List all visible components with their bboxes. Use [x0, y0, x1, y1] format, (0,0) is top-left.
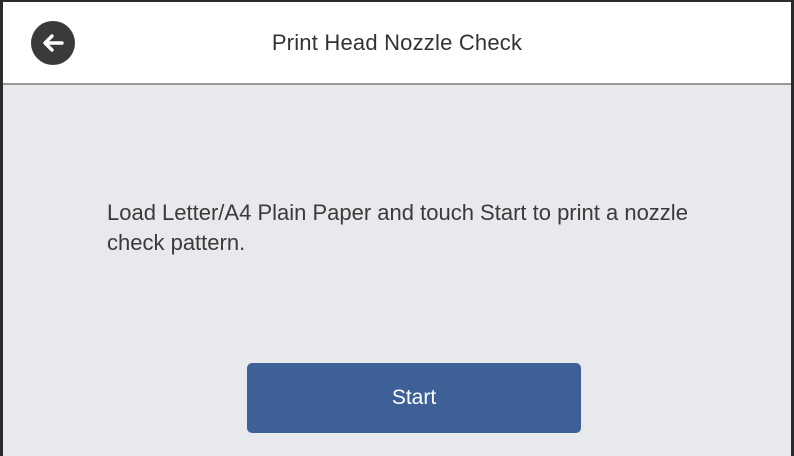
- instruction-message: Load Letter/A4 Plain Paper and touch Sta…: [107, 200, 688, 255]
- start-button[interactable]: Start: [247, 363, 581, 433]
- page-title: Print Head Nozzle Check: [271, 30, 523, 55]
- printer-screen: Print Head Nozzle Check Load Letter/A4 P…: [0, 0, 794, 456]
- header-bar: Print Head Nozzle Check: [3, 2, 791, 85]
